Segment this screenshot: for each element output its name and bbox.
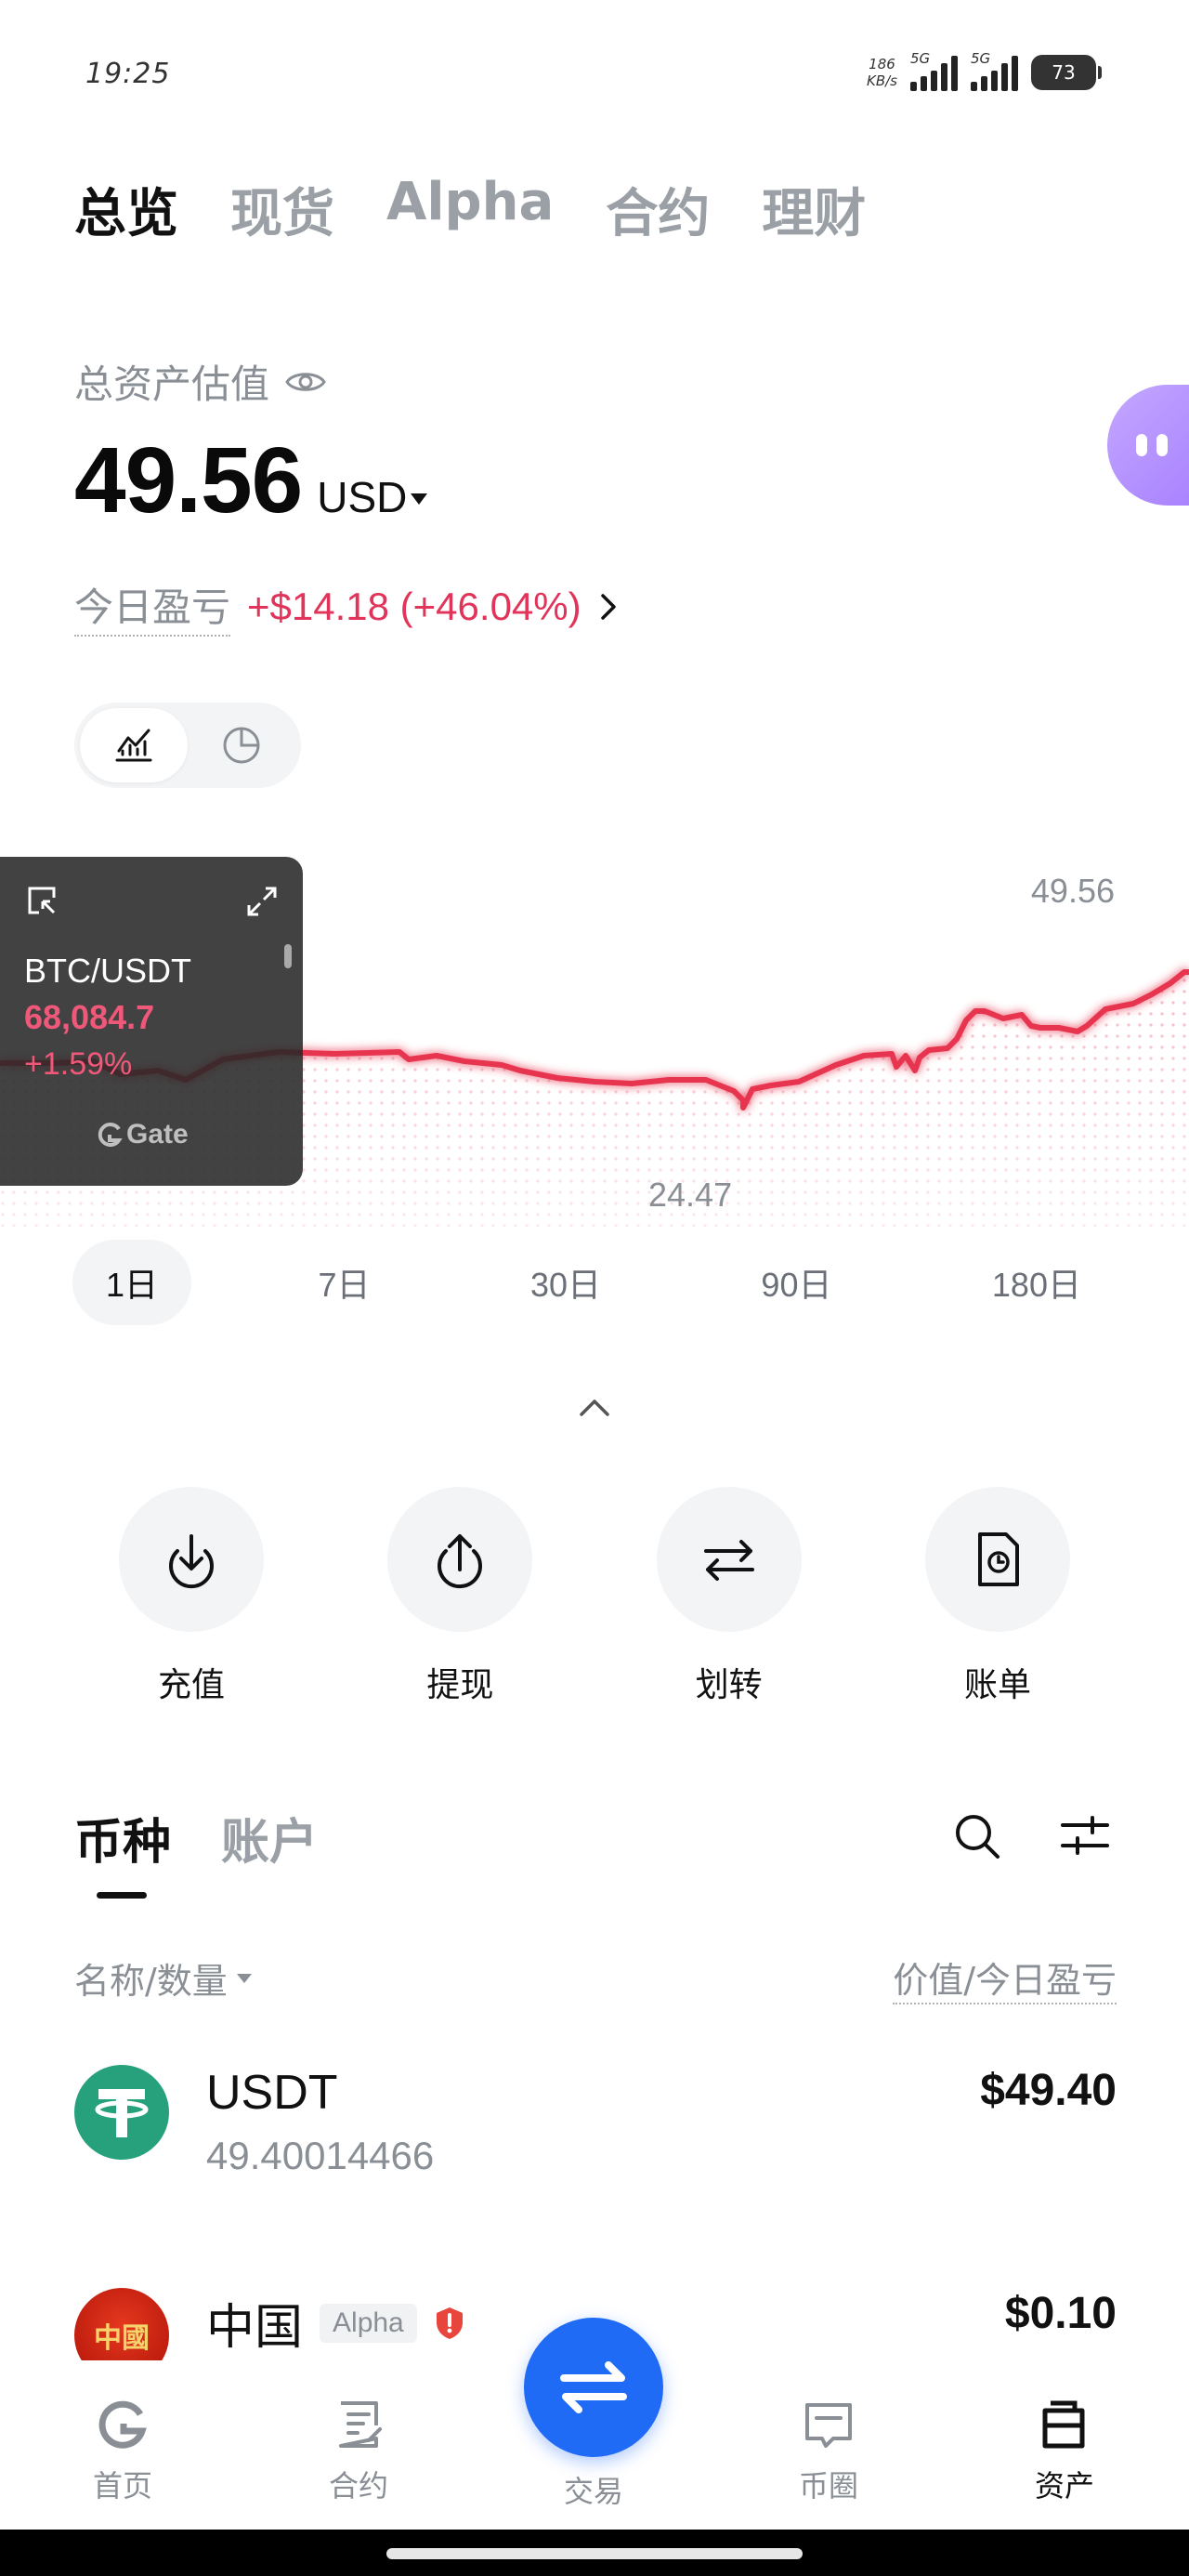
ticker-price: 68,084.7 (24, 998, 155, 1036)
gate-logo: Gate (97, 1119, 189, 1150)
signal-icon: 5G (910, 50, 958, 91)
warning-shield-icon[interactable] (434, 2306, 465, 2341)
pnl-value: +$14.18 (+46.04%) (247, 584, 581, 628)
ticker-change: +1.59% (24, 1046, 133, 1082)
period-1d[interactable]: 1日 (72, 1240, 192, 1325)
line-chart-icon (115, 729, 152, 762)
ticker-widget[interactable]: BTC/USDT 68,084.7 +1.59% Gate (0, 857, 303, 1186)
withdraw-button[interactable]: 提现 (385, 1487, 534, 1706)
withdraw-icon (438, 1534, 483, 1589)
status-time: 19:25 (85, 58, 171, 90)
bill-icon (977, 1532, 1019, 1586)
list-item-usdt[interactable]: USDT 49.40014466 $49.40 (74, 2065, 1117, 2178)
pnl-label: 今日盈亏 (74, 576, 231, 637)
eye-icon[interactable] (284, 368, 327, 396)
feed-icon (805, 2403, 852, 2448)
top-tabs: 总览 现货 Alpha 合约 理财 (74, 172, 866, 247)
tab-accounts[interactable]: 账户 (221, 1803, 318, 1873)
nav-home[interactable]: 首页 (58, 2398, 188, 2505)
tab-earn[interactable]: 理财 (762, 172, 866, 247)
ticker-scrollbar (284, 944, 292, 968)
tether-icon (95, 2089, 149, 2137)
nav-feed[interactable]: 币圈 (764, 2398, 894, 2505)
tab-futures[interactable]: 合约 (606, 172, 710, 247)
period-7d[interactable]: 7日 (284, 1240, 403, 1325)
home-indicator[interactable] (386, 2548, 803, 2559)
value-pnl-header[interactable]: 价值/今日盈亏 (893, 1952, 1117, 2004)
currency-selector[interactable]: USD (317, 472, 428, 522)
caret-down-icon (411, 493, 428, 505)
wallet-icon (1042, 2400, 1085, 2449)
gate-logo-icon (98, 1123, 123, 1147)
pnl-row[interactable]: 今日盈亏 +$14.18 (+46.04%) (74, 576, 619, 637)
line-chart-toggle[interactable] (80, 708, 188, 782)
nav-futures[interactable]: 合约 (294, 2398, 424, 2505)
pie-chart-toggle[interactable] (188, 708, 295, 782)
total-asset-value: 49.56 (74, 428, 303, 532)
coin-value: $49.40 (980, 2066, 1117, 2115)
period-90d[interactable]: 90日 (727, 1240, 865, 1325)
chevron-right-icon (600, 593, 616, 620)
swap-icon (560, 2361, 627, 2413)
asset-label-row: 总资产估值 (74, 353, 327, 410)
pie-chart-icon (223, 727, 260, 764)
sort-by-name[interactable]: 名称/数量 (74, 1952, 252, 2004)
coin-value: $0.10 (1004, 2289, 1117, 2338)
trade-button[interactable] (524, 2318, 663, 2457)
asset-value-row: 49.56 USD (74, 427, 428, 534)
bills-label: 账单 (963, 1666, 1031, 1704)
asset-label: 总资产估值 (74, 361, 270, 407)
tab-coins[interactable]: 币种 (74, 1803, 171, 1899)
list-header: 名称/数量 价值/今日盈亏 (74, 1952, 1117, 2004)
holdings-tabs: 币种 账户 (74, 1803, 318, 1899)
withdraw-label: 提现 (426, 1666, 494, 1704)
signal-icon-2: 5G (971, 50, 1018, 91)
caret-down-icon (236, 1973, 252, 1983)
ticker-pair: BTC/USDT (24, 952, 191, 990)
deposit-label: 充值 (157, 1666, 225, 1704)
usdt-logo (74, 2065, 169, 2160)
assistant-bubble[interactable] (1107, 385, 1189, 506)
period-30d[interactable]: 30日 (497, 1240, 634, 1325)
expand-icon[interactable] (245, 885, 279, 918)
period-tabs: 1日 7日 30日 90日 180日 (72, 1240, 1115, 1325)
alpha-badge: Alpha (320, 2303, 417, 2343)
period-180d[interactable]: 180日 (959, 1240, 1115, 1325)
bills-button[interactable]: 账单 (923, 1487, 1072, 1706)
transfer-label: 划转 (695, 1666, 763, 1704)
chart-max-label: 49.56 (1030, 872, 1115, 910)
pip-icon[interactable] (26, 885, 58, 916)
battery-icon: 73 (1031, 55, 1102, 90)
futures-icon (339, 2401, 382, 2448)
transfer-icon (703, 1540, 754, 1581)
tab-spot[interactable]: 现货 (230, 172, 334, 247)
transfer-button[interactable]: 划转 (655, 1487, 804, 1706)
deposit-button[interactable]: 充值 (117, 1487, 266, 1706)
trade-label: 交易 (563, 2474, 623, 2509)
deposit-icon (169, 1534, 214, 1589)
filter-icon[interactable] (1059, 1812, 1111, 1859)
tab-alpha[interactable]: Alpha (386, 172, 554, 247)
status-bar: 19:25 186 KB/s 5G 5G 73 (0, 0, 1189, 139)
quick-actions: 充值 提现 划转 账单 (117, 1487, 1072, 1706)
chart-type-toggle (74, 703, 301, 788)
tab-overview[interactable]: 总览 (74, 172, 178, 247)
coin-amount: 49.40014466 (206, 2134, 435, 2177)
nav-assets[interactable]: 资产 (1000, 2398, 1130, 2505)
chevron-up-icon[interactable] (576, 1394, 613, 1422)
chart-min-label: 24.47 (648, 1176, 733, 1214)
status-icons: 186 KB/s 5G 5G 73 (867, 50, 1102, 91)
search-icon[interactable] (951, 1810, 1003, 1862)
coin-symbol: USDT (206, 2066, 338, 2120)
network-speed: 186 KB/s (867, 56, 897, 89)
home-icon (98, 2400, 147, 2449)
